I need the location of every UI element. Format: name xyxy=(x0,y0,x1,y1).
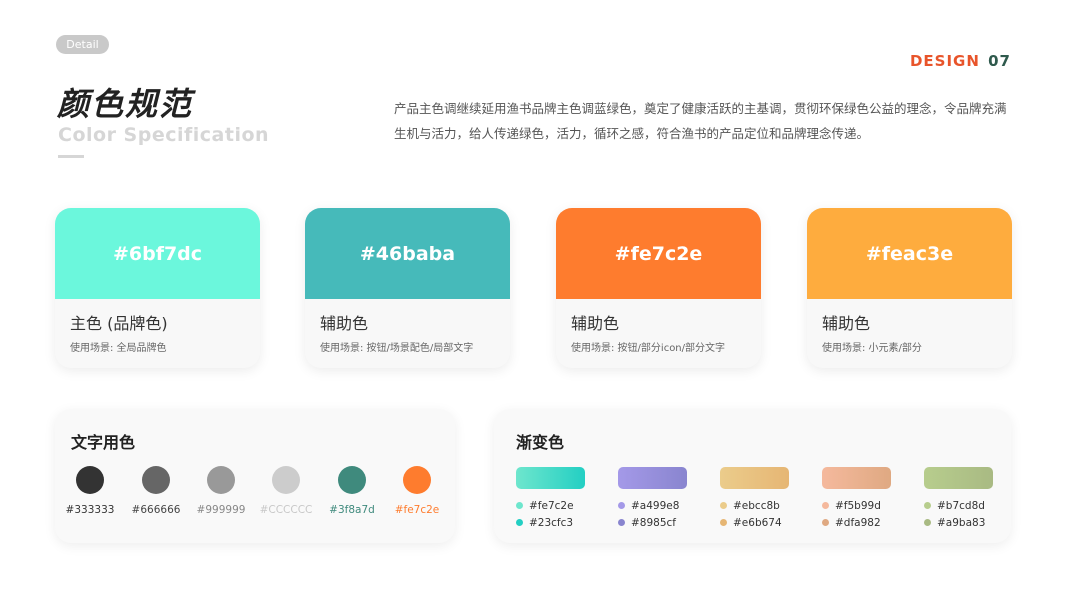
color-card-secondary-amber: #feac3e 辅助色 使用场景: 小元素/部分 xyxy=(807,208,1012,368)
color-dot xyxy=(142,466,170,494)
detail-badge: Detail xyxy=(56,35,109,54)
color-usage: 使用场景: 小元素/部分 xyxy=(822,343,922,354)
gradient-bar xyxy=(822,467,891,489)
gradient-stop: #fe7c2e xyxy=(516,499,586,512)
color-card-secondary-orange: #fe7c2e 辅助色 使用场景: 按钮/部分icon/部分文字 xyxy=(556,208,761,368)
gradient-from-hex: #ebcc8b xyxy=(733,499,780,512)
text-colors-panel: 文字用色 #333333 #666666 #999999 #CCCCCC #3f… xyxy=(55,409,455,543)
color-dot xyxy=(618,519,625,526)
gradient-to-hex: #a9ba83 xyxy=(937,516,986,529)
panel-title: 文字用色 xyxy=(71,433,136,452)
gradient-item: #a499e8 #8985cf xyxy=(618,467,688,529)
color-dot xyxy=(207,466,235,494)
gradient-item: #f5b99d #dfa982 xyxy=(822,467,892,529)
gradient-bar xyxy=(720,467,789,489)
color-dot xyxy=(924,502,931,509)
gradient-to-hex: #dfa982 xyxy=(835,516,881,529)
color-dot xyxy=(516,502,523,509)
color-dot xyxy=(822,502,829,509)
gradient-item: #b7cd8d #a9ba83 xyxy=(924,467,994,529)
color-dot xyxy=(76,466,104,494)
color-hex-label: #fe7c2e xyxy=(394,504,440,516)
color-swatch: #fe7c2e xyxy=(556,208,761,299)
gradient-bar xyxy=(516,467,585,489)
gradient-from-hex: #fe7c2e xyxy=(529,499,574,512)
color-dot xyxy=(618,502,625,509)
gradient-stop: #b7cd8d xyxy=(924,499,994,512)
color-role: 主色 (品牌色) xyxy=(70,314,168,333)
gradient-from-hex: #a499e8 xyxy=(631,499,680,512)
color-dot xyxy=(516,519,523,526)
color-usage: 使用场景: 按钮/部分icon/部分文字 xyxy=(571,343,726,354)
color-dot xyxy=(924,519,931,526)
color-swatch: #feac3e xyxy=(807,208,1012,299)
title-underline xyxy=(58,155,84,158)
color-card-primary: #6bf7dc 主色 (品牌色) 使用场景: 全局品牌色 xyxy=(55,208,260,368)
color-swatch: #46baba xyxy=(305,208,510,299)
gradient-to-hex: #23cfc3 xyxy=(529,516,574,529)
gradient-stop: #23cfc3 xyxy=(516,516,586,529)
color-role: 辅助色 xyxy=(822,314,871,333)
gradient-stop: #f5b99d xyxy=(822,499,892,512)
gradient-stop: #dfa982 xyxy=(822,516,892,529)
color-card-secondary-teal: #46baba 辅助色 使用场景: 按钮/场景配色/局部文字 xyxy=(305,208,510,368)
page-number: 07 xyxy=(988,52,1011,70)
color-dot xyxy=(720,519,727,526)
gradient-stop: #a499e8 xyxy=(618,499,688,512)
gradient-to-hex: #e6b674 xyxy=(733,516,782,529)
gradient-from-hex: #f5b99d xyxy=(835,499,881,512)
gradient-stop: #8985cf xyxy=(618,516,688,529)
gradient-from-hex: #b7cd8d xyxy=(937,499,985,512)
color-role: 辅助色 xyxy=(571,314,620,333)
gradient-item: #fe7c2e #23cfc3 xyxy=(516,467,586,529)
color-dot xyxy=(403,466,431,494)
gradient-colors-panel: 渐变色 #fe7c2e #23cfc3 #a499e8 #8985cf #ebc… xyxy=(494,409,1011,543)
gradient-bar xyxy=(924,467,993,489)
gradient-stop: #a9ba83 xyxy=(924,516,994,529)
color-dot xyxy=(720,502,727,509)
panel-title: 渐变色 xyxy=(516,433,565,452)
gradient-stop: #e6b674 xyxy=(720,516,790,529)
page-title: 颜色规范 xyxy=(57,85,194,123)
intro-paragraph: 产品主色调继续延用渔书品牌主色调蓝绿色，奠定了健康活跃的主基调，贯彻环保绿色公益… xyxy=(394,101,1007,141)
color-dot xyxy=(338,466,366,494)
gradient-stop: #ebcc8b xyxy=(720,499,790,512)
gradient-bar xyxy=(618,467,687,489)
color-swatch: #6bf7dc xyxy=(55,208,260,299)
page-subtitle: Color Specification xyxy=(58,124,270,146)
page-label-text: DESIGN xyxy=(909,52,980,70)
gradient-item: #ebcc8b #e6b674 xyxy=(720,467,790,529)
gradient-to-hex: #8985cf xyxy=(631,516,676,529)
color-usage: 使用场景: 全局品牌色 xyxy=(70,343,167,354)
text-color-item: #fe7c2e xyxy=(377,466,457,516)
color-dot xyxy=(822,519,829,526)
color-dot xyxy=(272,466,300,494)
color-role: 辅助色 xyxy=(320,314,369,333)
color-usage: 使用场景: 按钮/场景配色/局部文字 xyxy=(320,343,474,354)
page-label: DESIGN 07 xyxy=(910,52,1011,70)
